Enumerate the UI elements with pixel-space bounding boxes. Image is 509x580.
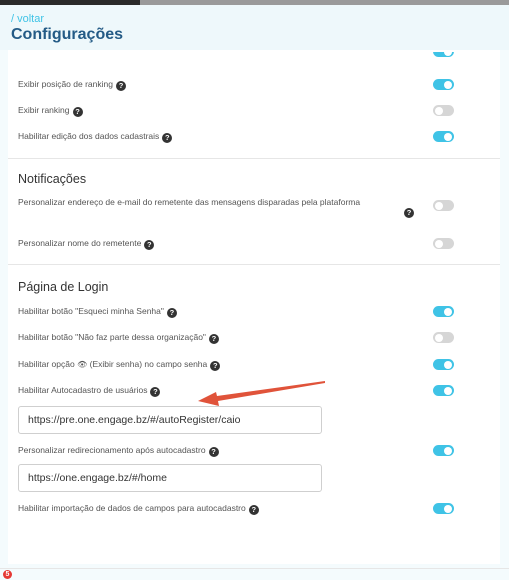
footer-divider (0, 568, 509, 569)
annotation-arrow (198, 381, 325, 406)
notification-badge[interactable]: 5 (3, 570, 12, 579)
arrow-shape (198, 381, 325, 406)
